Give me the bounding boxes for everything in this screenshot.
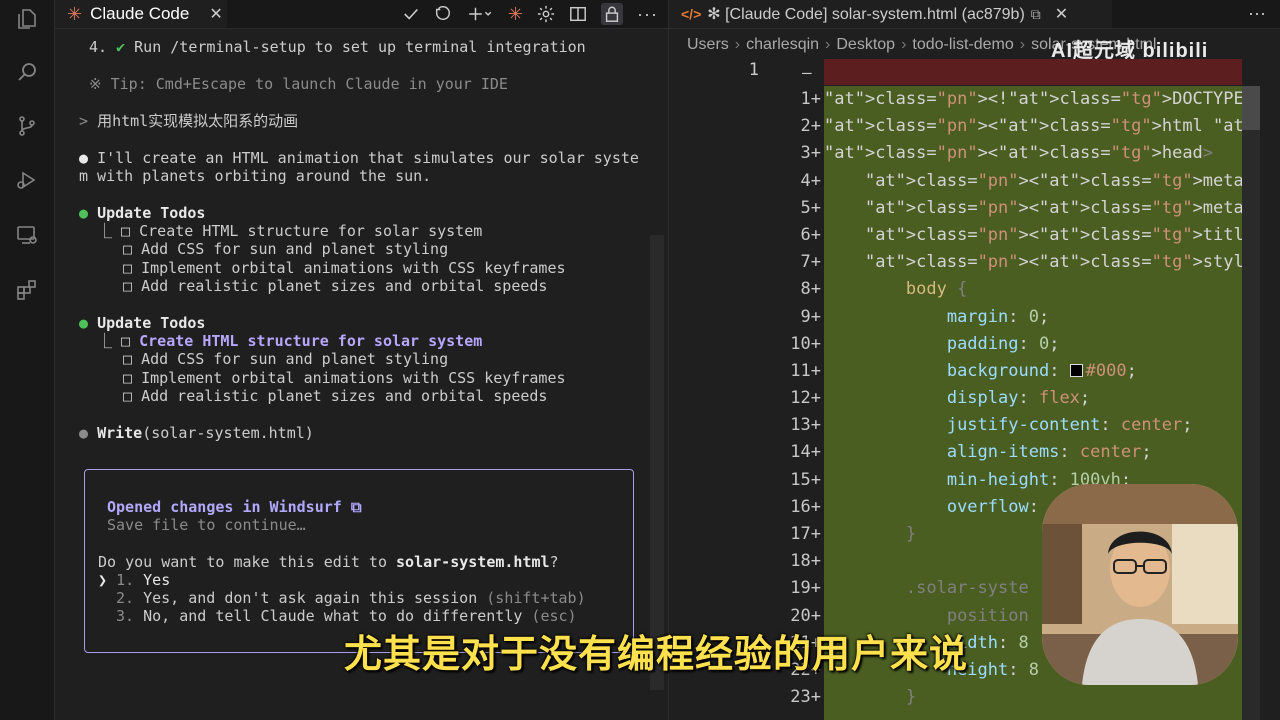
todo-header: ● Update Todos xyxy=(79,204,206,222)
todo-item: □ Add CSS for sun and planet styling xyxy=(123,350,449,368)
breadcrumb-item[interactable]: charlesqin xyxy=(746,36,819,54)
line-number: 3+ xyxy=(800,143,821,164)
write-tool-call: ● Write(solar-system.html) xyxy=(79,424,314,442)
todo-item: □ Add CSS for sun and planet styling xyxy=(123,240,449,258)
code-file-icon: </> xyxy=(681,6,702,22)
code-line[interactable]: margin: 0; xyxy=(824,304,1242,331)
line-number: 7+ xyxy=(800,252,821,273)
line-number: 2+ xyxy=(800,116,821,137)
user-prompt: > 用html实现模拟太阳系的动画 xyxy=(79,112,299,130)
tab-solar-system-diff[interactable]: </> ✻ [Claude Code] solar-system.html (a… xyxy=(669,0,1112,28)
deleted-line: — xyxy=(802,59,1242,85)
line-number: 8+ xyxy=(800,279,821,300)
original-line-number: 1 xyxy=(748,60,759,80)
line-number: 23+ xyxy=(790,687,821,708)
line-number: 6+ xyxy=(800,224,821,245)
remote-explorer-icon[interactable] xyxy=(14,222,40,248)
breadcrumb-item[interactable]: Desktop xyxy=(836,36,895,54)
terminal-scrollbar[interactable] xyxy=(650,235,664,690)
new-terminal-icon[interactable] xyxy=(466,5,494,23)
open-changes-icon[interactable]: ⧉ xyxy=(1031,6,1041,23)
undo-icon[interactable] xyxy=(434,5,452,23)
todo-item: □ Implement orbital animations with CSS … xyxy=(123,259,566,277)
accept-check-icon[interactable] xyxy=(402,5,420,23)
transcript: 4. ✔ Run /terminal-setup to set up termi… xyxy=(79,36,659,457)
todo-item: □ Implement orbital animations with CSS … xyxy=(123,369,566,387)
line-number: 12+ xyxy=(790,388,821,409)
breadcrumb-item[interactable]: Users xyxy=(687,36,729,54)
save-hint: Save file to continue… xyxy=(107,516,306,534)
more-icon[interactable]: ··· xyxy=(637,4,658,25)
editor-scrollbar[interactable] xyxy=(1242,86,1260,720)
close-icon[interactable]: ✕ xyxy=(209,4,222,24)
code-line[interactable]: "at">class="pn"><"at">class="tg">html "a… xyxy=(824,113,1242,140)
code-line[interactable]: "at">class="pn"><"at">class="tg">head> xyxy=(824,140,1242,167)
search-icon[interactable] xyxy=(14,59,40,85)
activity-bar xyxy=(0,0,55,720)
claude-spark-icon[interactable]: ✳ xyxy=(508,4,523,25)
code-line[interactable]: "at">class="pn"><"at">class="tg">meta "a… xyxy=(824,168,1242,195)
code-line[interactable]: body { xyxy=(824,276,1242,303)
todo-item: □ Add realistic planet sizes and orbital… xyxy=(123,277,548,295)
todo-item: ⎿ □ Create HTML structure for solar syst… xyxy=(97,222,483,240)
right-tab-bar: </> ✻ [Claude Code] solar-system.html (a… xyxy=(669,0,1280,29)
option-yes-dont-ask[interactable]: 2. Yes, and don't ask again this session… xyxy=(116,589,586,607)
more-icon[interactable]: ··· xyxy=(1248,3,1266,24)
close-icon[interactable]: ✕ xyxy=(1055,4,1068,24)
code-line[interactable]: "at">class="pn"><"at">class="tg">meta "a… xyxy=(824,195,1242,222)
gear-icon[interactable] xyxy=(537,5,555,23)
line-number: 18+ xyxy=(790,551,821,572)
line-number: 14+ xyxy=(790,442,821,463)
line-number: 9+ xyxy=(800,306,821,327)
split-editor-icon[interactable] xyxy=(569,5,587,23)
code-line[interactable]: justify-content: center; xyxy=(824,412,1242,439)
scrollbar-thumb[interactable] xyxy=(1242,86,1260,130)
edit-question: Do you want to make this edit to solar-s… xyxy=(98,553,559,571)
run-debug-icon[interactable] xyxy=(14,167,40,193)
tab-claude-code[interactable]: ✳ Claude Code ✕ xyxy=(55,0,227,28)
lock-icon[interactable] xyxy=(601,3,624,25)
tab-title: Claude Code xyxy=(90,4,190,23)
line-number: 10+ xyxy=(790,333,821,354)
line-number: 15+ xyxy=(790,469,821,490)
option-yes[interactable]: ❯ 1. Yes xyxy=(98,571,170,589)
code-line[interactable]: "at">class="pn"><"at">class="tg">title>S… xyxy=(824,222,1242,249)
presenter-webcam xyxy=(1042,484,1238,685)
presenter-video-frame xyxy=(1042,484,1238,685)
setup-step-4: 4. ✔ Run /terminal-setup to set up termi… xyxy=(89,38,586,56)
todo-header: ● Update Todos xyxy=(79,314,206,332)
code-line[interactable]: "at">class="pn"><!"at">class="tg">DOCTYP… xyxy=(824,86,1242,113)
extensions-icon[interactable] xyxy=(14,277,40,303)
line-number: 11+ xyxy=(790,360,821,381)
assistant-reply: ● I'll create an HTML animation that sim… xyxy=(79,149,639,167)
line-number: 13+ xyxy=(790,415,821,436)
video-subtitle: 尤其是对于没有编程经验的用户来说 xyxy=(344,634,969,676)
todo-item-active: ⎿ □ Create HTML structure for solar syst… xyxy=(97,332,483,350)
line-number: 4+ xyxy=(800,170,821,191)
line-number: 16+ xyxy=(790,496,821,517)
external-link-icon[interactable]: ⧉ xyxy=(351,498,362,516)
code-line[interactable]: padding: 0; xyxy=(824,331,1242,358)
breadcrumb-item[interactable]: todo-list-demo xyxy=(912,36,1013,54)
code-line[interactable]: "at">class="pn"><"at">class="tg">style> xyxy=(824,249,1242,276)
source-control-icon[interactable] xyxy=(14,113,40,139)
line-number-gutter: 1+ 2+ 3+ 4+ 5+ 6+ 7+ 8+ 9+ 10+ 11+ 12+ 13+ 14+ 15+ 16+ 1… xyxy=(769,86,821,711)
claude-spark-icon: ✳ xyxy=(67,3,83,24)
left-tab-bar: ✳ Claude Code ✕ ✳ ··· xyxy=(55,0,668,29)
line-number: 5+ xyxy=(800,197,821,218)
tab-title: ✻ [Claude Code] solar-system.html (ac879… xyxy=(707,6,1025,23)
code-line[interactable]: display: flex; xyxy=(824,385,1242,412)
line-number: 19+ xyxy=(790,578,821,599)
todo-item: □ Add realistic planet sizes and orbital… xyxy=(123,387,548,405)
left-toolbar: ✳ ··· xyxy=(402,0,658,28)
assistant-reply-cont: m with planets orbiting around the sun. xyxy=(79,167,432,185)
line-number: 1+ xyxy=(800,89,821,109)
code-line[interactable]: align-items: center; xyxy=(824,439,1242,466)
line-number: 17+ xyxy=(790,524,821,544)
code-line[interactable]: background: #000; xyxy=(824,358,1242,385)
opened-changes-label: Opened changes in Windsurf ⧉ xyxy=(107,498,362,516)
explorer-icon[interactable] xyxy=(14,6,40,32)
code-line[interactable]: } xyxy=(824,684,1242,711)
tip-line: ※ Tip: Cmd+Escape to launch Claude in yo… xyxy=(89,75,508,93)
